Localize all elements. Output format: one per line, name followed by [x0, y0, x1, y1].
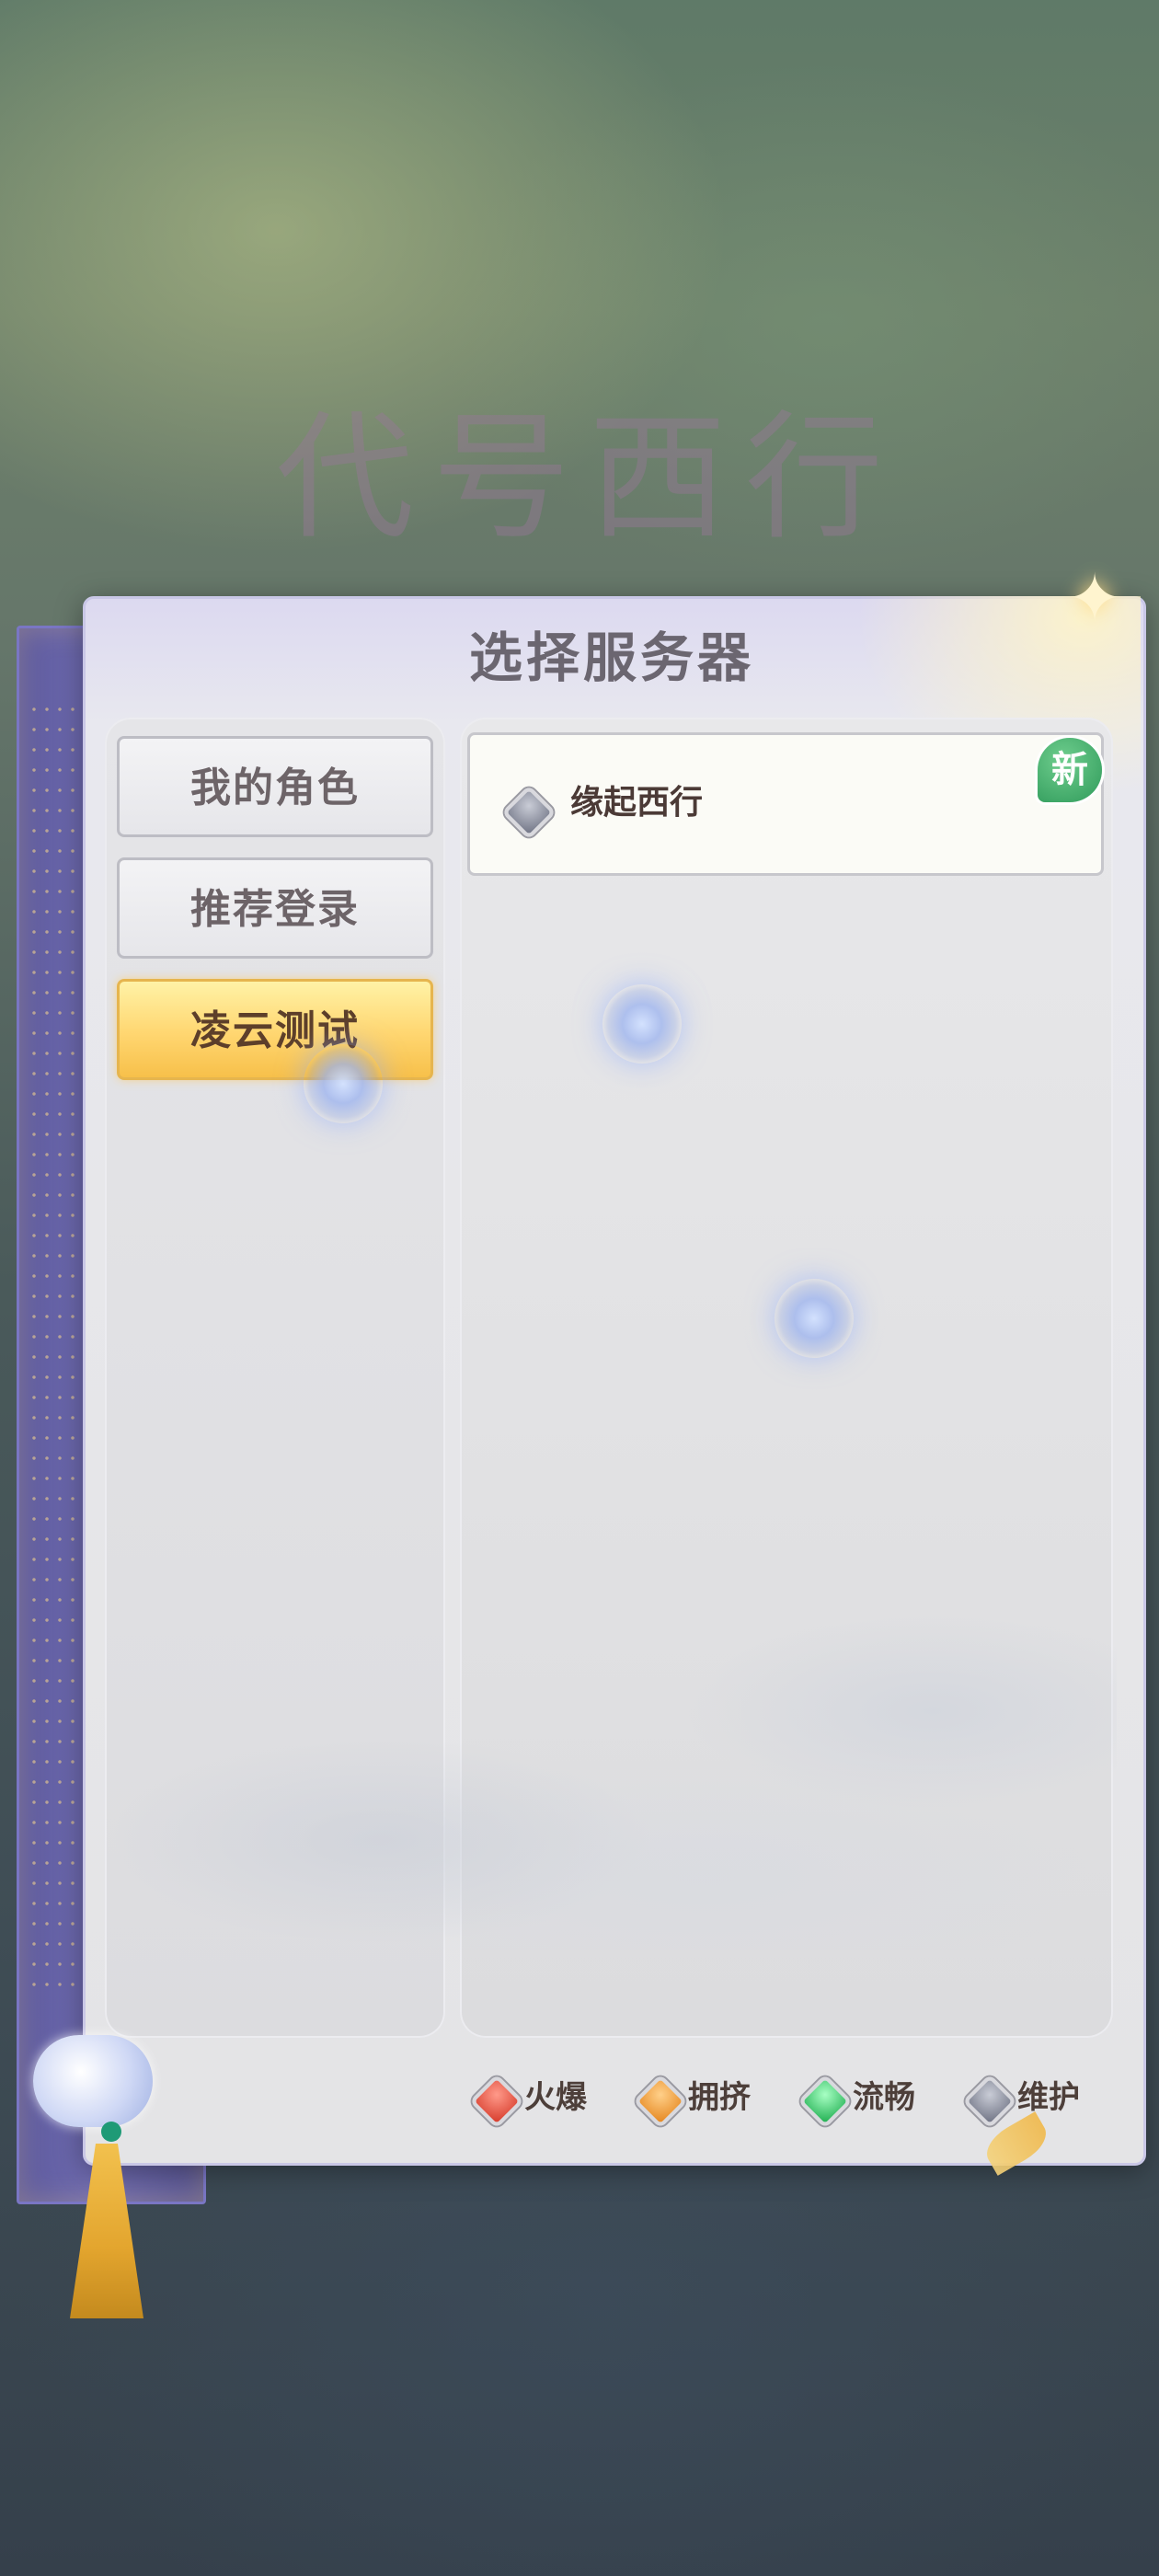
- sparkle-effect: [602, 984, 682, 1064]
- game-logo-watermark: 代号西行: [275, 398, 901, 558]
- panel-title: 选择服务器: [468, 627, 754, 689]
- server-item[interactable]: [467, 732, 1104, 876]
- sparkle-effect: [775, 1279, 854, 1358]
- tab-recommended-login[interactable]: 推荐登录: [117, 857, 433, 959]
- legend-maintenance: 维护: [1017, 2079, 1080, 2116]
- sparkle-effect: [304, 1044, 383, 1123]
- legend-smooth: 流畅: [853, 2079, 915, 2116]
- tab-my-characters[interactable]: 我的角色: [117, 736, 433, 837]
- server-name: 缘起西行: [570, 784, 704, 822]
- legend-crowded: 拥挤: [688, 2079, 751, 2116]
- legend-hot: 火爆: [524, 2079, 587, 2116]
- new-badge: 新: [1038, 738, 1102, 802]
- spine-sparkles: [28, 699, 83, 1987]
- jade-bead: [101, 2122, 121, 2142]
- mountain-decoration: [105, 1564, 1117, 1950]
- cloud-pendant-icon: [33, 2035, 153, 2127]
- tab-lingyun-test[interactable]: 凌云测试: [117, 979, 433, 1080]
